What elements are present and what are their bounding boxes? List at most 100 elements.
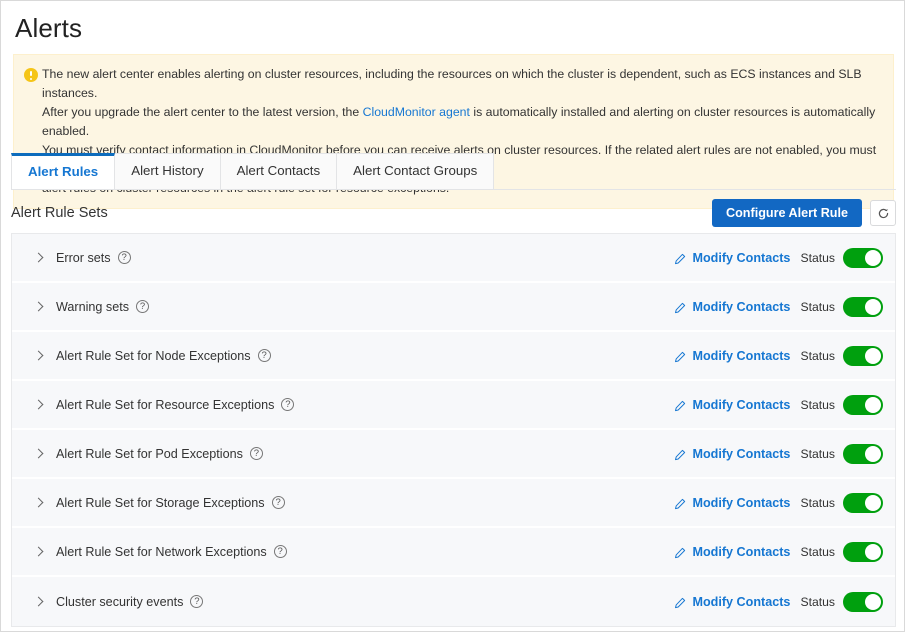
- rule-set-row[interactable]: Error sets? Modify Contacts Status: [12, 234, 895, 283]
- section-title: Alert Rule Sets: [11, 205, 108, 221]
- page-title: Alerts: [15, 13, 83, 43]
- help-icon[interactable]: ?: [257, 349, 271, 362]
- rule-set-name: Warning sets: [56, 299, 130, 314]
- status-toggle[interactable]: [843, 394, 883, 415]
- rule-set-name: Alert Rule Set for Node Exceptions: [56, 348, 251, 363]
- info-banner-line-2-before: After you upgrade the alert center to th…: [42, 105, 363, 119]
- alerts-page: Alerts The new alert center enables aler…: [0, 0, 905, 632]
- pencil-icon: [674, 350, 686, 362]
- warning-circle-icon: [24, 68, 38, 82]
- status-toggle[interactable]: [843, 541, 883, 562]
- status-toggle[interactable]: [843, 247, 883, 268]
- pencil-icon: [674, 399, 686, 411]
- rule-set-row-actions: Modify Contacts Status: [674, 296, 883, 317]
- pencil-icon: [674, 448, 686, 460]
- help-icon[interactable]: ?: [190, 595, 204, 608]
- status-label: Status: [800, 544, 835, 559]
- tab-alert-contact-groups-label: Alert Contact Groups: [353, 163, 478, 178]
- status-toggle[interactable]: [843, 296, 883, 317]
- pencil-icon: [674, 301, 686, 313]
- status-label: Status: [800, 250, 835, 265]
- status-toggle[interactable]: [843, 492, 883, 513]
- status-toggle[interactable]: [843, 345, 883, 366]
- rule-set-row[interactable]: Alert Rule Set for Storage Exceptions? Mo…: [12, 479, 895, 528]
- status-toggle-knob: [865, 249, 881, 266]
- chevron-right-icon[interactable]: [34, 449, 44, 459]
- status-toggle-knob: [865, 494, 881, 511]
- section-actions: Configure Alert Rule: [712, 199, 896, 227]
- tab-bar: Alert Rules Alert History Alert Contacts…: [11, 153, 896, 190]
- status-toggle-knob: [865, 593, 881, 610]
- help-icon[interactable]: ?: [273, 545, 287, 558]
- status-toggle-knob: [865, 298, 881, 315]
- info-banner-line-2: After you upgrade the alert center to th…: [42, 103, 881, 141]
- rule-set-row[interactable]: Alert Rule Set for Network Exceptions? Mo…: [12, 528, 895, 577]
- rule-set-name: Alert Rule Set for Pod Exceptions: [56, 446, 243, 461]
- chevron-right-icon[interactable]: [34, 597, 44, 607]
- modify-contacts-link[interactable]: Modify Contacts: [692, 251, 790, 265]
- chevron-right-icon[interactable]: [34, 253, 44, 263]
- status-label: Status: [800, 446, 835, 461]
- status-label: Status: [800, 495, 835, 510]
- tab-alert-contact-groups[interactable]: Alert Contact Groups: [336, 153, 495, 189]
- rule-set-row[interactable]: Alert Rule Set for Resource Exceptions? M…: [12, 381, 895, 430]
- rule-set-row-actions: Modify Contacts Status: [674, 345, 883, 366]
- modify-contacts-link[interactable]: Modify Contacts: [692, 300, 790, 314]
- tab-alert-rules[interactable]: Alert Rules: [11, 153, 116, 189]
- help-icon[interactable]: ?: [136, 300, 150, 313]
- help-icon[interactable]: ?: [117, 251, 131, 264]
- rule-set-name: Error sets: [56, 250, 111, 265]
- rule-set-row[interactable]: Cluster security events? Modify Contacts S…: [12, 577, 895, 626]
- help-icon[interactable]: ?: [271, 496, 285, 509]
- status-toggle-knob: [865, 445, 881, 462]
- pencil-icon: [674, 497, 686, 509]
- pencil-icon: [674, 252, 686, 264]
- help-icon[interactable]: ?: [281, 398, 295, 411]
- chevron-right-icon[interactable]: [34, 547, 44, 557]
- refresh-button[interactable]: [870, 200, 896, 226]
- section-header: Alert Rule Sets Configure Alert Rule: [11, 197, 896, 229]
- help-icon[interactable]: ?: [249, 447, 263, 460]
- rule-set-row-actions: Modify Contacts Status: [674, 394, 883, 415]
- rule-set-row[interactable]: Warning sets? Modify Contacts Status: [12, 283, 895, 332]
- rule-set-row-actions: Modify Contacts Status: [674, 492, 883, 513]
- rule-set-name: Alert Rule Set for Network Exceptions: [56, 544, 267, 559]
- chevron-right-icon[interactable]: [34, 302, 44, 312]
- status-toggle-knob: [865, 347, 881, 364]
- pencil-icon: [674, 546, 686, 558]
- chevron-right-icon[interactable]: [34, 498, 44, 508]
- info-banner-line-1: The new alert center enables alerting on…: [42, 67, 862, 100]
- refresh-icon: [878, 208, 888, 218]
- status-label: Status: [800, 397, 835, 412]
- configure-alert-rule-button[interactable]: Configure Alert Rule: [712, 199, 862, 227]
- modify-contacts-link[interactable]: Modify Contacts: [692, 349, 790, 363]
- rule-set-row-actions: Modify Contacts Status: [674, 591, 883, 612]
- modify-contacts-link[interactable]: Modify Contacts: [692, 595, 790, 609]
- tab-bar-filler: [493, 153, 896, 189]
- modify-contacts-link[interactable]: Modify Contacts: [692, 545, 790, 559]
- modify-contacts-link[interactable]: Modify Contacts: [692, 398, 790, 412]
- rule-set-row-actions: Modify Contacts Status: [674, 443, 883, 464]
- rule-set-row[interactable]: Alert Rule Set for Node Exceptions? Modif…: [12, 332, 895, 381]
- status-toggle[interactable]: [843, 443, 883, 464]
- rule-set-row[interactable]: Alert Rule Set for Pod Exceptions? Modify…: [12, 430, 895, 479]
- tab-alert-contacts-label: Alert Contacts: [236, 163, 321, 178]
- chevron-right-icon[interactable]: [34, 400, 44, 410]
- status-toggle-knob: [865, 396, 881, 413]
- chevron-right-icon[interactable]: [34, 351, 44, 361]
- rule-set-name: Alert Rule Set for Storage Exceptions: [56, 495, 265, 510]
- cloudmonitor-agent-link[interactable]: CloudMonitor agent: [363, 105, 470, 119]
- alert-rule-set-list: Error sets? Modify Contacts Status Warning …: [11, 233, 896, 627]
- tab-alert-contacts[interactable]: Alert Contacts: [219, 153, 338, 189]
- tab-alert-history[interactable]: Alert History: [114, 153, 221, 189]
- status-toggle-knob: [865, 543, 881, 560]
- status-toggle[interactable]: [843, 591, 883, 612]
- rule-set-row-actions: Modify Contacts Status: [674, 247, 883, 268]
- tab-alert-history-label: Alert History: [131, 163, 204, 178]
- rule-set-row-actions: Modify Contacts Status: [674, 541, 883, 562]
- modify-contacts-link[interactable]: Modify Contacts: [692, 496, 790, 510]
- rule-set-name: Alert Rule Set for Resource Exceptions: [56, 397, 275, 412]
- modify-contacts-link[interactable]: Modify Contacts: [692, 447, 790, 461]
- status-label: Status: [800, 348, 835, 363]
- status-label: Status: [800, 299, 835, 314]
